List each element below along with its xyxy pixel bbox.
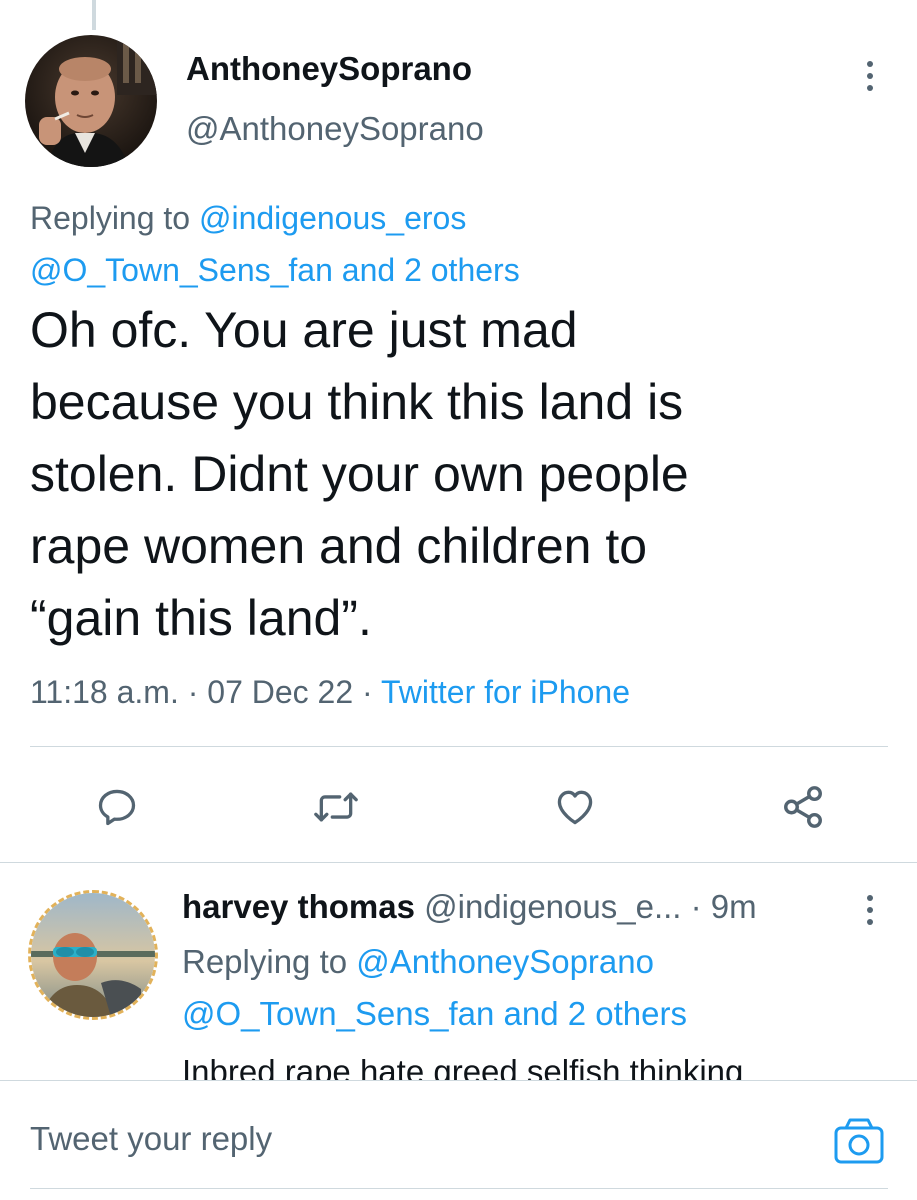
- meta-separator: ·: [353, 674, 381, 710]
- replying-to-link-2[interactable]: @O_Town_Sens_fan and 2 others: [30, 252, 520, 288]
- replying-prefix: Replying to: [30, 200, 199, 236]
- tweet-text: Oh ofc. You are just mad because you thi…: [30, 302, 689, 646]
- camera-icon[interactable]: [832, 1114, 886, 1168]
- avatar-photo: [25, 35, 157, 167]
- tweet-time[interactable]: 11:18 a.m.: [30, 674, 179, 710]
- replying-to-link-1[interactable]: @indigenous_eros: [199, 200, 466, 236]
- divider: [0, 862, 917, 863]
- reply-header: harvey thomas @indigenous_e... · 9m: [182, 888, 757, 926]
- tweet-date[interactable]: 07 Dec 22: [207, 674, 353, 710]
- replying-to: Replying to @indigenous_eros @O_Town_Sen…: [30, 192, 520, 296]
- thread-connector-line: [92, 0, 96, 30]
- reply-input[interactable]: Tweet your reply: [30, 1120, 272, 1158]
- tweet-meta: 11:18 a.m. · 07 Dec 22 · Twitter for iPh…: [30, 674, 630, 711]
- divider: [30, 1188, 888, 1189]
- reply-text: Inbred rape hate greed selfish thinking: [182, 1053, 744, 1080]
- author-avatar[interactable]: [25, 35, 157, 167]
- meta-separator: ·: [178, 674, 208, 710]
- reply-icon[interactable]: [92, 782, 142, 832]
- reply-text-container: Inbred rape hate greed selfish thinking: [182, 1052, 882, 1080]
- more-options-icon[interactable]: [858, 58, 882, 94]
- reply-time[interactable]: 9m: [711, 888, 757, 925]
- reply-author-avatar[interactable]: [28, 890, 158, 1020]
- more-options-icon[interactable]: [858, 892, 882, 928]
- divider: [30, 746, 888, 747]
- reply-time-separator: ·: [681, 888, 711, 925]
- author-name[interactable]: AnthoneySoprano: [186, 50, 472, 88]
- share-icon[interactable]: [778, 782, 828, 832]
- reply-replying-to: Replying to @AnthoneySoprano @O_Town_Sen…: [182, 936, 687, 1040]
- tweet-source[interactable]: Twitter for iPhone: [381, 674, 630, 710]
- retweet-icon[interactable]: [311, 782, 361, 832]
- replying-to-link-1[interactable]: @AnthoneySoprano: [356, 943, 654, 980]
- author-handle[interactable]: @AnthoneySoprano: [186, 110, 484, 148]
- avatar-photo: [31, 893, 155, 1017]
- replying-prefix: Replying to: [182, 943, 357, 980]
- reply-author-handle[interactable]: @indigenous_e...: [424, 888, 681, 925]
- like-icon[interactable]: [550, 782, 600, 832]
- divider: [0, 1080, 917, 1081]
- reply-author-name[interactable]: harvey thomas: [182, 888, 415, 925]
- replying-to-link-2[interactable]: @O_Town_Sens_fan and 2 others: [182, 995, 687, 1032]
